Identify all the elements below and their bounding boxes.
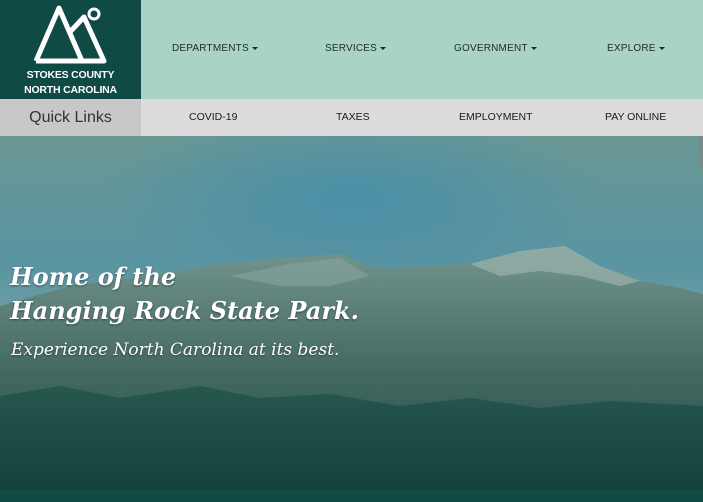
caret-down-icon <box>658 46 665 50</box>
quick-links-bar: Quick Links COVID-19 TAXES EMPLOYMENT PA… <box>0 99 703 136</box>
hero-heading-line-1: Home of the <box>10 262 177 291</box>
caret-down-icon <box>530 46 537 50</box>
mountain-sun-icon <box>33 5 107 64</box>
quick-link-pay-online[interactable]: PAY ONLINE <box>605 99 666 136</box>
nav-explore[interactable]: EXPLORE <box>607 43 665 54</box>
nav-departments[interactable]: DEPARTMENTS <box>172 43 258 54</box>
caret-down-icon <box>380 46 386 50</box>
quick-link-covid[interactable]: COVID-19 <box>189 99 237 136</box>
main-nav: DEPARTMENTS SERVICES GOVERNMENT EXPLORE <box>141 0 703 99</box>
logo-line-2: NORTH CAROLINA <box>24 84 117 96</box>
site-header: STOKES COUNTY NORTH CAROLINA DEPARTMENTS… <box>0 0 703 99</box>
bottom-band <box>0 490 703 502</box>
hero-heading-line-2: Hanging Rock State Park. <box>10 296 359 325</box>
nav-services[interactable]: SERVICES <box>325 43 386 54</box>
nav-government[interactable]: GOVERNMENT <box>454 43 537 54</box>
county-logo[interactable]: STOKES COUNTY NORTH CAROLINA <box>0 0 141 99</box>
quick-link-employment[interactable]: EMPLOYMENT <box>459 99 533 136</box>
hero-banner: Home of the Hanging Rock State Park. Exp… <box>0 136 703 502</box>
caret-down-icon <box>251 46 258 50</box>
quick-links-title: Quick Links <box>0 99 141 136</box>
hero-tagline: Experience North Carolina at its best. <box>11 340 340 360</box>
logo-line-1: STOKES COUNTY <box>26 69 115 81</box>
nav-departments-label: DEPARTMENTS <box>172 43 249 54</box>
quick-link-taxes[interactable]: TAXES <box>336 99 370 136</box>
nav-government-label: GOVERNMENT <box>454 43 528 54</box>
nav-services-label: SERVICES <box>325 43 377 54</box>
nav-explore-label: EXPLORE <box>607 43 656 54</box>
page-scrollbar[interactable] <box>699 136 703 170</box>
